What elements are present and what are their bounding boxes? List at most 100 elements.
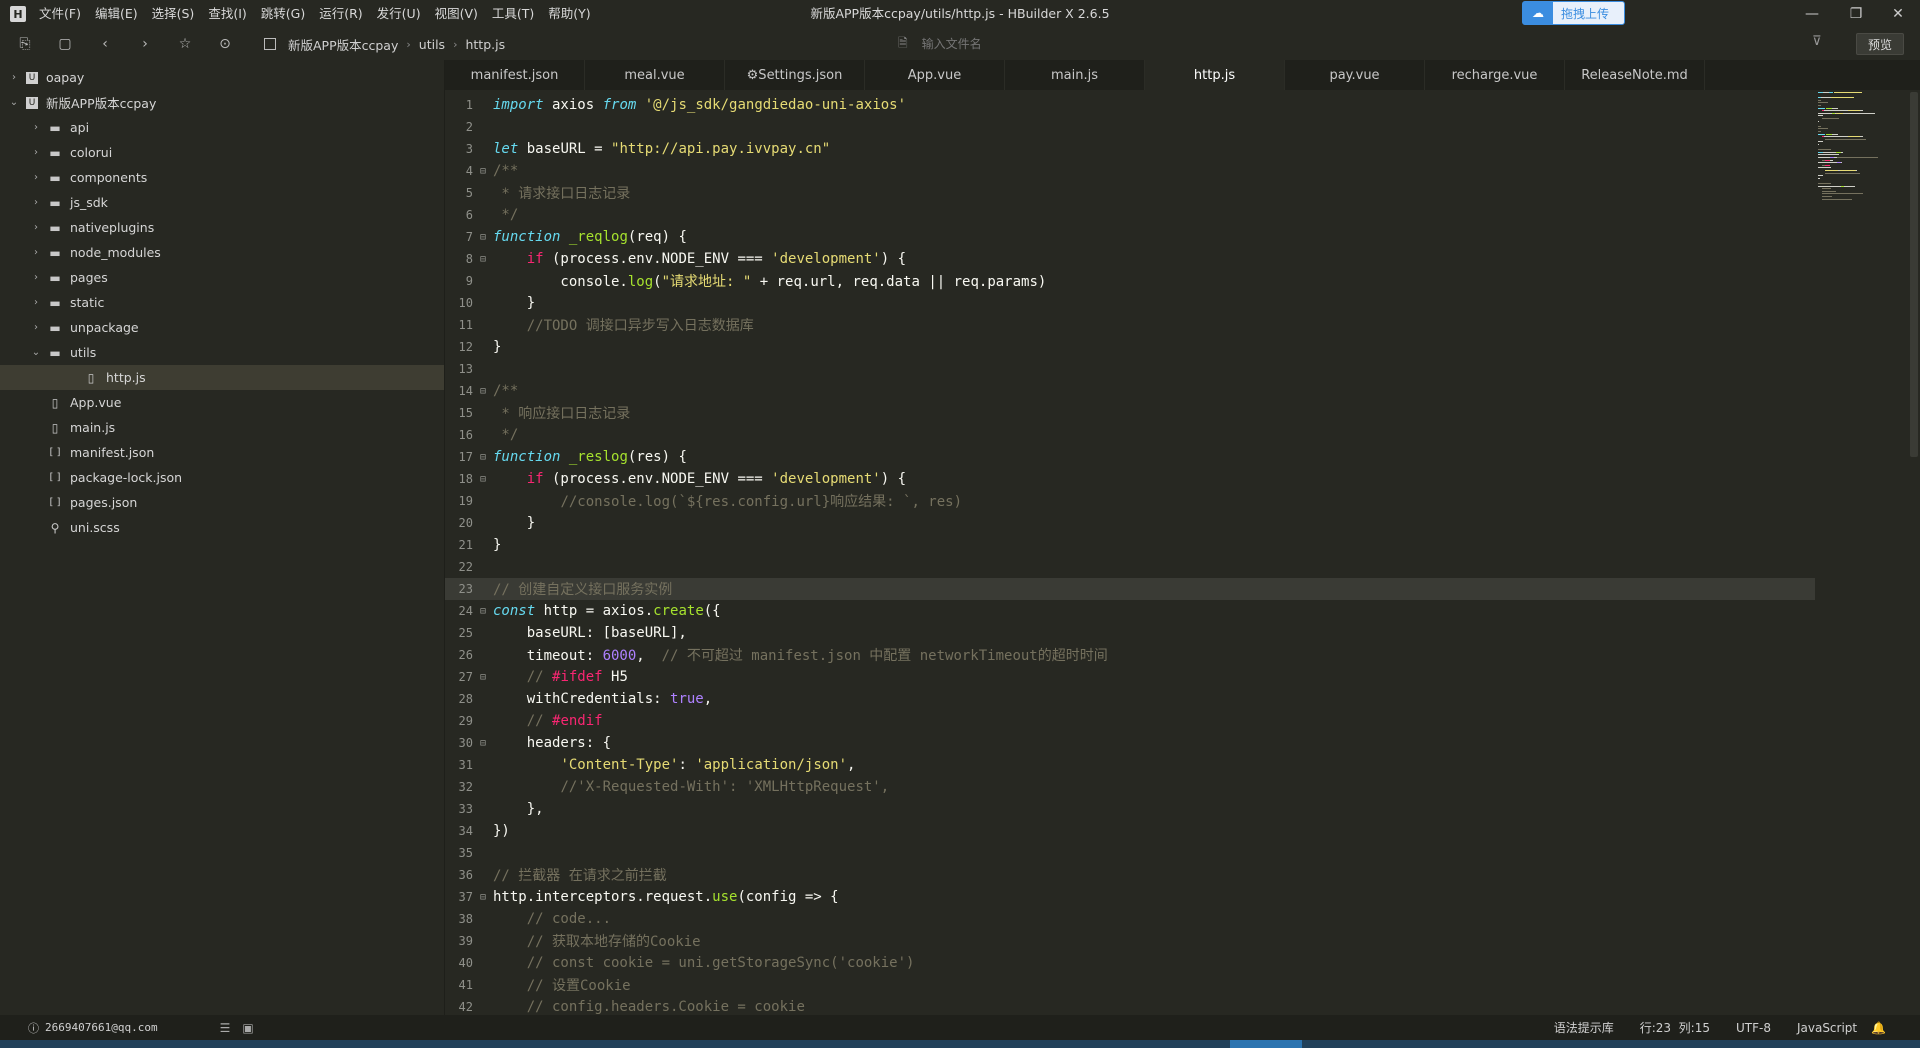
menu-item[interactable]: 跳转(G) xyxy=(254,0,312,28)
code-line[interactable]: 18 ⊟ if (process.env.NODE_ENV === 'develo… xyxy=(445,468,1815,490)
syntax-hint-label[interactable]: 语法提示库 xyxy=(1554,1019,1614,1036)
fold-toggle-icon[interactable]: ⊟ xyxy=(473,166,493,177)
filter-icon[interactable]: ⊽ xyxy=(1812,34,1822,49)
minimize-button[interactable]: — xyxy=(1790,0,1834,28)
code-line[interactable]: 41 // 设置Cookie xyxy=(445,974,1815,996)
code-line[interactable]: 28 withCredentials: true, xyxy=(445,688,1815,710)
code-line[interactable]: 32 //'X-Requested-With': 'XMLHttpRequest… xyxy=(445,776,1815,798)
fold-toggle-icon[interactable]: ⊟ xyxy=(473,474,493,485)
tree-item[interactable]: › ▬ nativeplugins xyxy=(0,215,444,240)
code-line[interactable]: 42 // config.headers.Cookie = cookie xyxy=(445,996,1815,1015)
fold-toggle-icon[interactable]: ⊟ xyxy=(473,232,493,243)
code-line[interactable]: 35 xyxy=(445,842,1815,864)
tree-item[interactable]: › Uoapay xyxy=(0,65,444,90)
code-line[interactable]: 15 * 响应接口日志记录 xyxy=(445,402,1815,424)
code-line[interactable]: 37 ⊟ http.interceptors.request.use(config … xyxy=(445,886,1815,908)
tree-item[interactable]: › ▬ node_modules xyxy=(0,240,444,265)
editor-tab[interactable]: ReleaseNote.md xyxy=(1565,60,1705,90)
console-icon[interactable]: ▣ xyxy=(242,1021,253,1035)
chevron-down-icon[interactable]: ⌄ xyxy=(30,347,42,358)
upload-button[interactable]: ☁ 拖拽上传 xyxy=(1522,1,1625,25)
code-line[interactable]: 21} xyxy=(445,534,1815,556)
code-line[interactable]: 27 ⊟ // #ifdef H5 xyxy=(445,666,1815,688)
language-label[interactable]: JavaScript xyxy=(1797,1021,1857,1035)
fold-toggle-icon[interactable]: ⊟ xyxy=(473,452,493,463)
code-line[interactable]: 36 // 拦截器 在请求之前拦截 xyxy=(445,864,1815,886)
star-icon[interactable]: ☆ xyxy=(174,33,196,55)
tree-item[interactable]: ⚲ uni.scss xyxy=(0,515,444,540)
account-label[interactable]: 2669407661@qq.com xyxy=(45,1021,158,1034)
restore-button[interactable]: ❐ xyxy=(1834,0,1878,28)
editor-tab[interactable]: pay.vue xyxy=(1285,60,1425,90)
fold-toggle-icon[interactable]: ⊟ xyxy=(473,386,493,397)
code-line[interactable]: 23 // 创建自定义接口服务实例 xyxy=(445,578,1815,600)
editor-tab[interactable]: meal.vue xyxy=(585,60,725,90)
menu-item[interactable]: 帮助(Y) xyxy=(541,0,597,28)
menu-item[interactable]: 文件(F) xyxy=(32,0,88,28)
chevron-right-icon[interactable]: › xyxy=(30,197,42,208)
chevron-right-icon[interactable]: › xyxy=(30,122,42,133)
tree-item[interactable]: ▯ http.js xyxy=(0,365,444,390)
code-line[interactable]: 5 * 请求接口日志记录 xyxy=(445,182,1815,204)
menu-item[interactable]: 工具(T) xyxy=(485,0,541,28)
chevron-right-icon[interactable]: › xyxy=(8,72,20,83)
menu-item[interactable]: 发行(U) xyxy=(370,0,428,28)
code-line[interactable]: 20 } xyxy=(445,512,1815,534)
tree-item[interactable]: › ▬ components xyxy=(0,165,444,190)
run-icon[interactable]: ⊙ xyxy=(214,33,236,55)
code-line[interactable]: 38 // code... xyxy=(445,908,1815,930)
code-line[interactable]: 31 'Content-Type': 'application/json', xyxy=(445,754,1815,776)
fold-toggle-icon[interactable]: ⊟ xyxy=(473,606,493,617)
tree-item[interactable]: ▯ main.js xyxy=(0,415,444,440)
code-line[interactable]: 17 ⊟ function _reslog(res) { xyxy=(445,446,1815,468)
chevron-right-icon[interactable]: › xyxy=(30,272,42,283)
chevron-right-icon[interactable]: › xyxy=(30,147,42,158)
tree-item[interactable]: › ▬ pages xyxy=(0,265,444,290)
tree-item[interactable]: › ▬ api xyxy=(0,115,444,140)
fold-toggle-icon[interactable]: ⊟ xyxy=(473,254,493,265)
breadcrumb-project[interactable]: 新版APP版本ccpay xyxy=(288,35,398,54)
code-line[interactable]: 11 //TODO 调接口异步写入日志数据库 xyxy=(445,314,1815,336)
code-line[interactable]: 7 ⊟ function _reqlog(req) { xyxy=(445,226,1815,248)
code-line[interactable]: 13 xyxy=(445,358,1815,380)
editor-tab[interactable]: App.vue xyxy=(865,60,1005,90)
menu-item[interactable]: 视图(V) xyxy=(428,0,485,28)
code-line[interactable]: 4 ⊟/** xyxy=(445,160,1815,182)
chevron-down-icon[interactable]: ⌄ xyxy=(8,97,20,108)
breadcrumb-file[interactable]: http.js xyxy=(465,37,505,52)
chevron-right-icon[interactable]: › xyxy=(30,222,42,233)
encoding-label[interactable]: UTF-8 xyxy=(1736,1021,1771,1035)
chevron-right-icon[interactable]: › xyxy=(30,172,42,183)
tree-item[interactable]: ⌄ ▬ utils xyxy=(0,340,444,365)
tree-item[interactable]: › ▬ unpackage xyxy=(0,315,444,340)
cursor-position[interactable]: 行:23 列:15 xyxy=(1640,1019,1710,1036)
code-line[interactable]: 2 xyxy=(445,116,1815,138)
preview-button[interactable]: 预览 xyxy=(1856,33,1904,55)
code-line[interactable]: 25 baseURL: [baseURL], xyxy=(445,622,1815,644)
editor-scrollbar[interactable] xyxy=(1910,92,1918,457)
forward-icon[interactable]: › xyxy=(134,33,156,55)
breadcrumb-folder[interactable]: utils xyxy=(419,37,445,52)
save-icon[interactable]: ▢ xyxy=(54,33,76,55)
editor-tab[interactable]: recharge.vue xyxy=(1425,60,1565,90)
menu-item[interactable]: 运行(R) xyxy=(312,0,369,28)
code-line[interactable]: 14 ⊟/** xyxy=(445,380,1815,402)
fold-toggle-icon[interactable]: ⊟ xyxy=(473,738,493,749)
code-line[interactable]: 29 // #endif xyxy=(445,710,1815,732)
code-line[interactable]: 3 let baseURL = "http://api.pay.ivvpay.cn… xyxy=(445,138,1815,160)
code-line[interactable]: 34}) xyxy=(445,820,1815,842)
code-line[interactable]: 26 timeout: 6000, // 不可超过 manifest.json … xyxy=(445,644,1815,666)
notification-icon[interactable]: 🔔 xyxy=(1871,1021,1886,1035)
chevron-right-icon[interactable]: › xyxy=(30,297,42,308)
editor-tab[interactable]: http.js xyxy=(1145,60,1285,90)
code-line[interactable]: 19 //console.log(`${res.config.url}响应结果:… xyxy=(445,490,1815,512)
code-line[interactable]: 1 import axios from '@/js_sdk/gangdiedao-… xyxy=(445,94,1815,116)
new-file-icon[interactable]: ⎘ xyxy=(14,33,36,55)
code-line[interactable]: 6 */ xyxy=(445,204,1815,226)
outline-icon[interactable]: ☰ xyxy=(220,1021,231,1035)
tree-item[interactable]: ▯ App.vue xyxy=(0,390,444,415)
chevron-right-icon[interactable]: › xyxy=(30,322,42,333)
fold-toggle-icon[interactable]: ⊟ xyxy=(473,892,493,903)
tree-item[interactable]: › ▬ colorui xyxy=(0,140,444,165)
code-line[interactable]: 22 xyxy=(445,556,1815,578)
